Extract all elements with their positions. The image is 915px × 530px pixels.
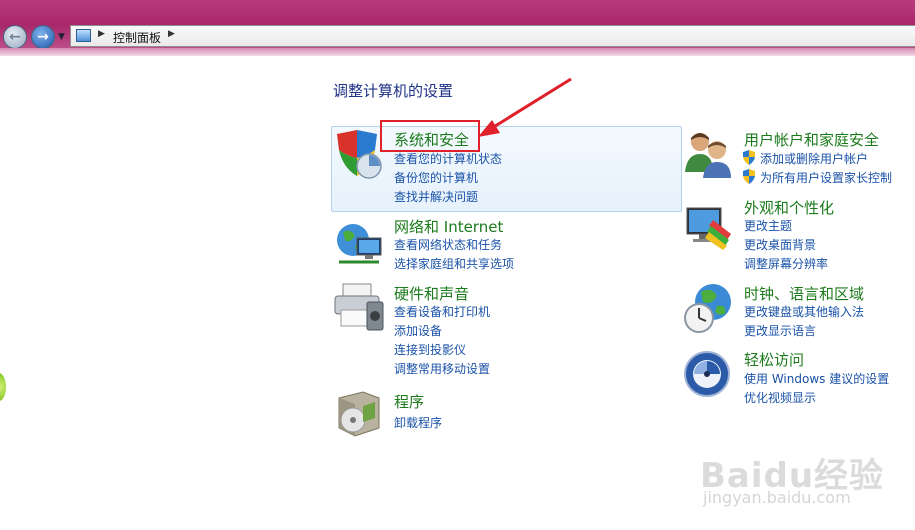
ease-of-access-icon[interactable] bbox=[683, 350, 735, 402]
back-button[interactable]: ← bbox=[3, 25, 27, 49]
printer-icon[interactable] bbox=[333, 282, 385, 334]
link-screen-resolution[interactable]: 调整屏幕分辨率 bbox=[744, 255, 828, 272]
users-icon[interactable] bbox=[683, 128, 735, 180]
link-uninstall-program[interactable]: 卸载程序 bbox=[394, 414, 442, 431]
address-bar[interactable]: ▶ 控制面板 ▶ bbox=[70, 25, 915, 47]
breadcrumb-control-panel[interactable]: 控制面板 bbox=[113, 29, 161, 46]
control-panel-icon bbox=[76, 29, 91, 42]
breadcrumb-chevron-icon[interactable]: ▶ bbox=[168, 29, 175, 39]
link-optimize-display[interactable]: 优化视频显示 bbox=[744, 389, 816, 406]
watermark-url: jingyan.baidu.com bbox=[703, 488, 851, 507]
link-devices-printers[interactable]: 查看设备和打印机 bbox=[394, 303, 490, 320]
globe-clock-icon[interactable] bbox=[683, 282, 735, 334]
category-ease-of-access[interactable]: 轻松访问 bbox=[744, 349, 804, 370]
link-change-keyboard[interactable]: 更改键盘或其他输入法 bbox=[744, 303, 864, 320]
link-change-theme[interactable]: 更改主题 bbox=[744, 217, 792, 234]
network-globe-icon[interactable] bbox=[333, 218, 385, 270]
annotation-highlight-box bbox=[380, 120, 480, 152]
link-network-status[interactable]: 查看网络状态和任务 bbox=[394, 236, 502, 253]
programs-box-icon[interactable] bbox=[333, 388, 385, 440]
link-homegroup-sharing[interactable]: 选择家庭组和共享选项 bbox=[394, 255, 514, 272]
link-desktop-background[interactable]: 更改桌面背景 bbox=[744, 236, 816, 253]
link-connect-projector[interactable]: 连接到投影仪 bbox=[394, 341, 466, 358]
link-recommended-settings[interactable]: 使用 Windows 建议的设置 bbox=[744, 370, 889, 387]
back-arrow-icon: ← bbox=[9, 29, 21, 45]
link-change-display-language[interactable]: 更改显示语言 bbox=[744, 322, 816, 339]
forward-button[interactable]: → bbox=[31, 25, 55, 49]
link-add-device[interactable]: 添加设备 bbox=[394, 322, 442, 339]
link-mobility-settings[interactable]: 调整常用移动设置 bbox=[394, 360, 490, 377]
monitor-paint-icon[interactable] bbox=[683, 200, 735, 252]
category-programs[interactable]: 程序 bbox=[394, 391, 424, 412]
category-appearance[interactable]: 外观和个性化 bbox=[744, 197, 834, 218]
link-view-computer-status[interactable]: 查看您的计算机状态 bbox=[394, 150, 502, 167]
partial-desktop-gadget bbox=[0, 373, 6, 401]
recent-pages-dropdown[interactable]: ▼ bbox=[58, 32, 65, 42]
link-add-remove-accounts[interactable]: 添加或删除用户帐户 bbox=[760, 150, 868, 167]
page-title: 调整计算机的设置 bbox=[333, 82, 454, 100]
category-clock-language-region[interactable]: 时钟、语言和区域 bbox=[744, 283, 864, 304]
forward-arrow-icon: → bbox=[37, 29, 49, 45]
link-backup-computer[interactable]: 备份您的计算机 bbox=[394, 169, 478, 186]
category-user-accounts[interactable]: 用户帐户和家庭安全 bbox=[744, 129, 879, 150]
link-troubleshoot[interactable]: 查找并解决问题 bbox=[394, 188, 478, 205]
breadcrumb-chevron-icon[interactable]: ▶ bbox=[98, 29, 105, 39]
window-titlebar: ← → ▼ ▶ 控制面板 ▶ bbox=[0, 0, 915, 56]
category-network-internet[interactable]: 网络和 Internet bbox=[394, 216, 503, 237]
category-hardware-sound[interactable]: 硬件和声音 bbox=[394, 283, 469, 304]
uac-shield-icon bbox=[743, 169, 755, 184]
link-parental-controls[interactable]: 为所有用户设置家长控制 bbox=[760, 169, 892, 186]
uac-shield-icon bbox=[743, 150, 755, 165]
shield-security-icon[interactable] bbox=[333, 128, 385, 180]
